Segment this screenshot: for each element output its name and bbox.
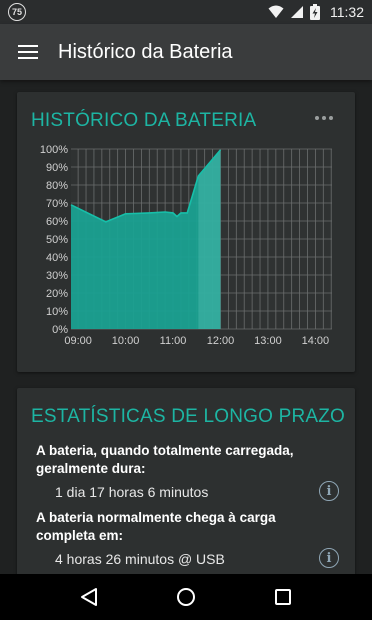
charge-time-value: 4 horas 26 minutos @ USB bbox=[55, 551, 225, 567]
battery-charging-icon bbox=[310, 4, 320, 20]
x-tick-label: 14:00 bbox=[302, 335, 330, 347]
y-tick-label: 60% bbox=[46, 216, 68, 228]
x-tick-label: 13:00 bbox=[254, 335, 282, 347]
menu-button[interactable] bbox=[0, 24, 56, 80]
full-charge-duration-value: 1 dia 17 horas 6 minutos bbox=[55, 484, 209, 500]
charge-time-label: A bateria normalmente chega à carga comp… bbox=[36, 510, 276, 543]
back-button[interactable] bbox=[69, 577, 109, 617]
home-icon bbox=[176, 588, 195, 606]
status-bar: 75 11:32 bbox=[0, 0, 372, 24]
signal-icon bbox=[291, 6, 303, 18]
back-icon bbox=[80, 588, 97, 606]
status-icons: 11:32 bbox=[268, 4, 364, 20]
hamburger-menu-icon bbox=[18, 45, 38, 59]
x-tick-label: 11:00 bbox=[160, 335, 187, 347]
status-time: 11:32 bbox=[330, 4, 364, 20]
x-tick-label: 09:00 bbox=[64, 335, 92, 347]
y-tick-label: 40% bbox=[46, 252, 68, 264]
recents-button[interactable] bbox=[263, 577, 303, 617]
y-tick-label: 30% bbox=[46, 270, 68, 282]
navigation-bar bbox=[0, 574, 372, 620]
x-tick-label: 12:00 bbox=[207, 335, 235, 347]
info-icon[interactable]: i bbox=[319, 481, 339, 501]
y-tick-label: 50% bbox=[46, 234, 68, 246]
info-icon[interactable]: i bbox=[319, 548, 339, 568]
long-term-stats-card: ESTATÍSTICAS DE LONGO PRAZO A bateria, q… bbox=[17, 388, 355, 588]
y-tick-label: 10% bbox=[46, 306, 68, 318]
wifi-icon bbox=[268, 5, 284, 18]
full-charge-duration-label: A bateria, quando totalmente carregada, … bbox=[36, 443, 294, 476]
recents-icon bbox=[275, 589, 292, 605]
x-tick-label: 10:00 bbox=[112, 335, 140, 347]
y-tick-label: 90% bbox=[46, 162, 68, 174]
y-tick-label: 100% bbox=[40, 144, 68, 156]
home-button[interactable] bbox=[166, 577, 206, 617]
battery-history-chart: 0%10%20%30%40%50%60%70%80%90%100%09:00 10… bbox=[40, 144, 332, 347]
stats-card-title: ESTATÍSTICAS DE LONGO PRAZO bbox=[31, 406, 346, 427]
notification-badge: 75 bbox=[8, 3, 26, 21]
y-tick-label: 80% bbox=[46, 180, 68, 192]
y-tick-label: 70% bbox=[46, 198, 68, 210]
battery-history-card: HISTÓRICO DA BATERIA 0% 10% 20% 30% 40% 50% 60… bbox=[17, 92, 355, 372]
page-title: Histórico da Bateria bbox=[58, 40, 233, 63]
y-tick-label: 20% bbox=[46, 288, 68, 300]
app-bar: Histórico da Bateria bbox=[0, 24, 372, 80]
